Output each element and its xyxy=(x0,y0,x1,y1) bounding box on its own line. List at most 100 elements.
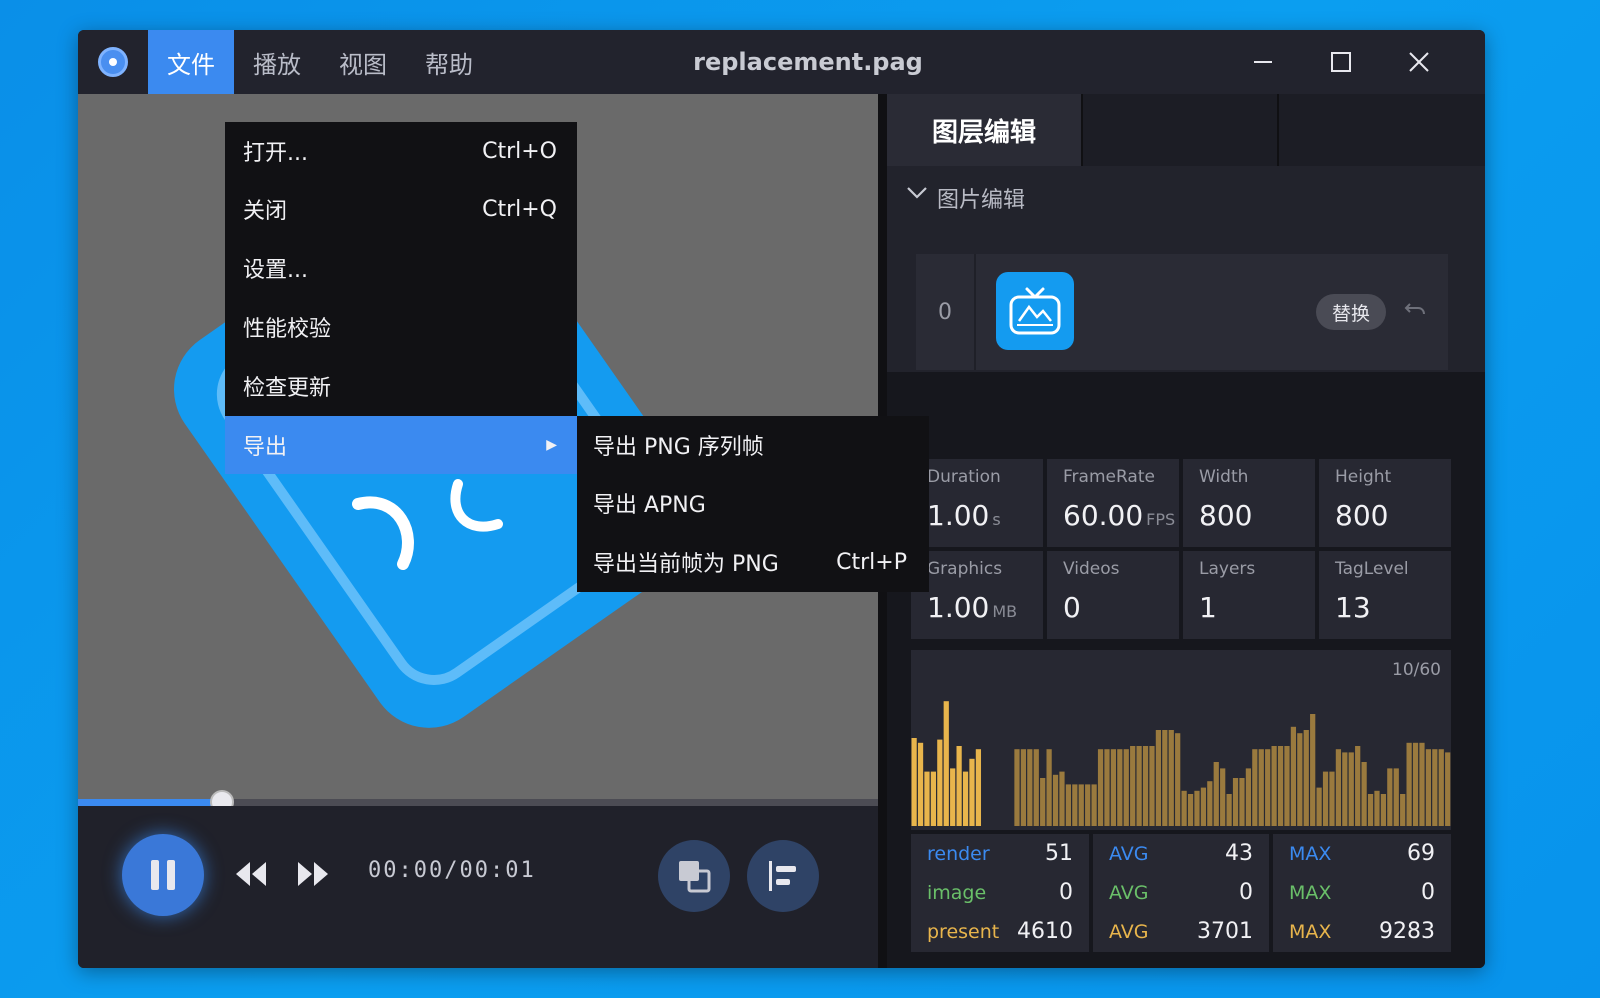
frame-bar xyxy=(1065,784,1072,826)
tv-icon xyxy=(1009,287,1061,335)
stat-number: 800 xyxy=(1335,499,1389,532)
frame-bar xyxy=(1155,730,1162,826)
stat-value: 0 xyxy=(1063,591,1179,624)
stat-taglevel: TagLevel 13 xyxy=(1319,551,1451,639)
stat-layers: Layers 1 xyxy=(1183,551,1315,639)
stat-graphics: Graphics 1.00 MB xyxy=(911,551,1043,639)
frame-bar xyxy=(1297,733,1303,826)
menu-item-performance-check[interactable]: 性能校验 xyxy=(225,298,577,356)
frame-bar xyxy=(1078,784,1084,826)
menu-item-settings[interactable]: 设置... xyxy=(225,239,577,297)
frame-bar xyxy=(1033,749,1039,826)
perf-avg-value: 0 xyxy=(1239,880,1253,905)
perf-row-present: AVG 3701 xyxy=(1093,912,1269,951)
stat-number: 1 xyxy=(1199,591,1217,624)
stat-unit: FPS xyxy=(1146,510,1176,529)
layers-icon xyxy=(679,861,711,893)
perf-max-label: MAX xyxy=(1289,842,1332,865)
perf-max-label: MAX xyxy=(1289,881,1332,904)
frame-bar xyxy=(1412,742,1419,826)
background-toggle-button[interactable] xyxy=(658,840,730,912)
perf-row-image: MAX 0 xyxy=(1273,873,1451,912)
menu-play[interactable]: 播放 xyxy=(234,30,320,94)
frame-bar xyxy=(943,701,949,826)
minimize-button[interactable] xyxy=(1224,30,1302,94)
app-logo-icon xyxy=(98,47,128,77)
time-display: 00:00/00:01 xyxy=(368,858,536,883)
pause-button[interactable] xyxy=(122,834,204,916)
tab-empty-1[interactable] xyxy=(1083,94,1277,166)
frame-bar xyxy=(1014,749,1020,826)
maximize-button[interactable] xyxy=(1302,30,1380,94)
menu-item-shortcut: Ctrl+Q xyxy=(482,196,557,222)
minimize-icon xyxy=(1254,61,1272,63)
perf-label: present xyxy=(927,920,1000,943)
stat-number: 13 xyxy=(1335,591,1371,624)
stat-unit: MB xyxy=(992,602,1018,621)
stat-framerate: FrameRate 60.00 FPS xyxy=(1047,459,1179,547)
perf-max-value: 69 xyxy=(1407,841,1435,866)
section-title[interactable]: 图片编辑 xyxy=(937,182,1025,214)
menu-item-label: 导出 xyxy=(243,435,288,460)
menu-item-label: 检查更新 xyxy=(243,376,332,401)
menu-item-export-png-sequence[interactable]: 导出 PNG 序列帧 xyxy=(577,416,929,474)
frame-bar xyxy=(1110,749,1117,826)
menu-item-export-current-frame[interactable]: 导出当前帧为 PNG Ctrl+P xyxy=(577,533,929,591)
frame-bar xyxy=(950,768,956,826)
frame-bar xyxy=(1265,749,1271,826)
menu-help[interactable]: 帮助 xyxy=(406,30,492,94)
menu-view[interactable]: 视图 xyxy=(320,30,406,94)
menu-item-export[interactable]: 导出 ▶ xyxy=(225,416,577,474)
frame-time-graph: 10/60 xyxy=(911,650,1451,830)
menu-item-label: 导出当前帧为 PNG xyxy=(593,552,779,577)
stat-number: 1.00 xyxy=(927,591,990,624)
frame-bar xyxy=(1052,774,1059,826)
frame-bar xyxy=(1046,749,1052,826)
frame-bar xyxy=(1072,784,1078,826)
frame-bar xyxy=(1181,790,1187,826)
frame-bar xyxy=(975,749,982,826)
close-button[interactable] xyxy=(1380,30,1458,94)
stat-label: Videos xyxy=(1063,559,1120,579)
perf-column: MAX 69 MAX 0 MAX 9283 xyxy=(1273,834,1451,952)
rewind-icon[interactable] xyxy=(234,860,268,888)
perf-value: 4610 xyxy=(1017,919,1073,944)
image-thumbnail[interactable] xyxy=(996,272,1074,350)
fast-forward-icon[interactable] xyxy=(296,860,330,888)
file-menu-dropdown: 打开... Ctrl+O 关闭 Ctrl+Q 设置... 性能校验 检查更新 导出 ▶ xyxy=(225,122,577,474)
panel-toggle-button[interactable] xyxy=(747,840,819,912)
perf-column: render 51 image 0 present 4610 xyxy=(911,834,1089,952)
chevron-down-icon[interactable] xyxy=(906,186,928,200)
stat-label: TagLevel xyxy=(1335,559,1409,579)
undo-icon[interactable] xyxy=(1404,298,1426,320)
frame-bar xyxy=(1425,749,1432,826)
frame-bar xyxy=(1239,778,1245,826)
frame-bar xyxy=(956,746,962,826)
tab-empty-2[interactable] xyxy=(1279,94,1485,166)
image-index: 0 xyxy=(916,254,976,370)
perf-max-label: MAX xyxy=(1289,920,1332,943)
menu-file[interactable]: 文件 xyxy=(148,30,234,94)
tab-layer-edit[interactable]: 图层编辑 xyxy=(887,94,1081,166)
frame-time-chart xyxy=(911,701,1451,826)
frame-bar xyxy=(1329,771,1335,826)
stat-number: 0 xyxy=(1063,591,1081,624)
menu-item-label: 关闭 xyxy=(243,199,288,224)
frame-bar xyxy=(962,771,969,826)
frame-bar xyxy=(1252,749,1258,826)
menu-item-export-apng[interactable]: 导出 APNG xyxy=(577,474,929,532)
stat-value: 800 xyxy=(1199,499,1315,532)
frame-bar xyxy=(1380,794,1387,826)
frame-bar xyxy=(1245,768,1252,826)
frame-bar xyxy=(1322,771,1329,826)
menu-item-open[interactable]: 打开... Ctrl+O xyxy=(225,122,577,180)
frame-bar xyxy=(1406,742,1412,826)
replace-button[interactable]: 替换 xyxy=(1316,294,1386,330)
inspector-panel: 图层编辑 图片编辑 0 替换 Duration 1.00 s FrameRate… xyxy=(887,94,1485,968)
menu-item-close[interactable]: 关闭 Ctrl+Q xyxy=(225,180,577,238)
menu-item-check-update[interactable]: 检查更新 xyxy=(225,357,577,415)
menu-item-label: 性能校验 xyxy=(243,317,332,342)
frame-bar xyxy=(1400,794,1406,826)
frame-bar xyxy=(1059,771,1065,826)
frame-bar xyxy=(1419,742,1425,826)
